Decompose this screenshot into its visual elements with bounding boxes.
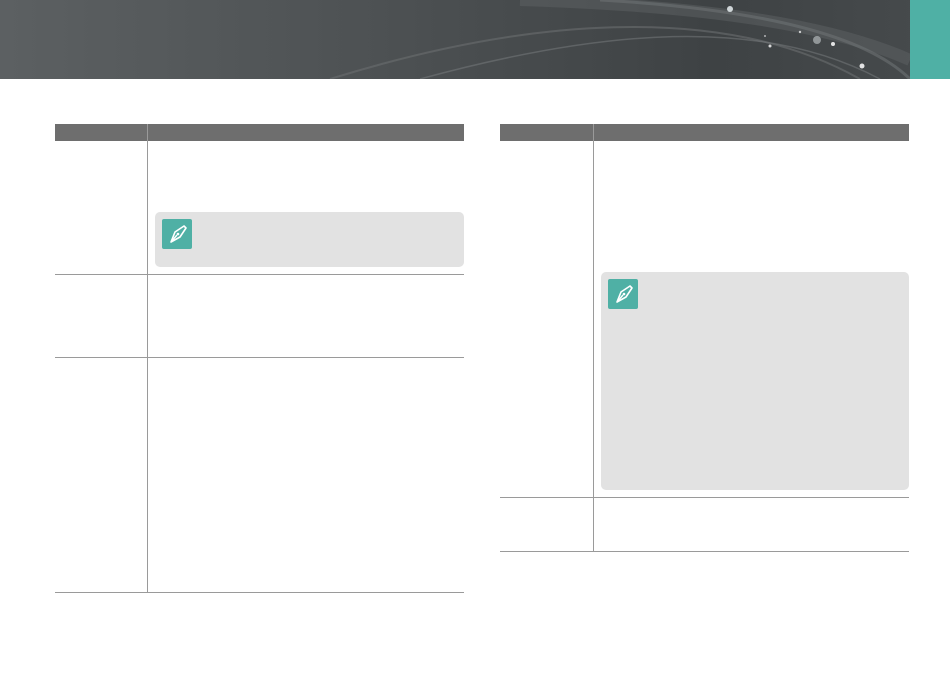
row-divider: [55, 357, 464, 358]
banner-swoosh-graphic: [329, 0, 913, 79]
right-column-divider: [593, 141, 594, 552]
left-table: [55, 124, 464, 594]
row-divider: [55, 274, 464, 275]
chapter-banner: [0, 0, 950, 79]
note-box: [601, 272, 909, 490]
chapter-tab[interactable]: [910, 0, 950, 79]
pen-nib-icon: [608, 279, 638, 309]
left-header-divider: [147, 124, 148, 141]
row-divider: [500, 497, 909, 498]
right-header-divider: [593, 124, 594, 141]
note-box: [155, 212, 464, 267]
table-bottom-border: [500, 551, 909, 552]
left-table-header: [55, 124, 464, 141]
left-column-divider: [147, 141, 148, 593]
table-bottom-border: [55, 592, 464, 593]
pen-nib-icon: [162, 219, 192, 249]
right-table-header: [500, 124, 909, 141]
right-table: [500, 124, 909, 554]
